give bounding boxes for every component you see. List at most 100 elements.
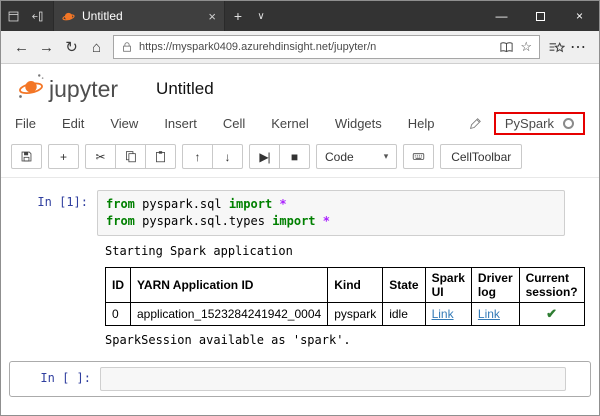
keyboard-icon: [412, 150, 425, 163]
jupyter-logo[interactable]: jupyter: [15, 71, 118, 101]
more-options-button[interactable]: ⋯: [565, 37, 591, 57]
jupyter-page: jupyter Untitled File Edit View Insert C…: [1, 64, 599, 415]
code-input-1[interactable]: from pyspark.sql import * from pyspark.s…: [97, 190, 565, 236]
cell-yarn-application-id: application_1523284241942_0004: [131, 303, 328, 326]
table-row: 0 application_1523284241942_0004 pyspark…: [106, 303, 585, 326]
input-prompt-2: In [ ]:: [14, 367, 100, 391]
notebook-toolbar: + ✂ ↑ ↓ ▶| ■ Code ▾: [1, 140, 599, 178]
jupyter-logo-text: jupyter: [49, 78, 118, 101]
code-cell-2-selected[interactable]: In [ ]:: [9, 361, 591, 397]
code-token: *: [279, 197, 286, 211]
window-outline-icon: [7, 10, 20, 23]
menu-widgets[interactable]: Widgets: [335, 116, 382, 131]
hub-star-lines-icon: [548, 39, 565, 56]
tab-close-icon[interactable]: ×: [208, 9, 216, 24]
menu-edit[interactable]: Edit: [62, 116, 84, 131]
table-header-row: ID YARN Application ID Kind State Spark …: [106, 268, 585, 303]
tabs-aside-glyph-icon: [31, 10, 44, 23]
menu-file[interactable]: File: [15, 116, 36, 131]
favorite-star-icon[interactable]: ☆: [520, 39, 532, 55]
command-palette-button[interactable]: [403, 144, 434, 169]
code-token: [316, 214, 323, 228]
save-button[interactable]: [11, 144, 42, 169]
tab-preview-icon[interactable]: [1, 1, 25, 31]
menubar: File Edit View Insert Cell Kernel Widget…: [1, 103, 599, 140]
copy-button[interactable]: [115, 144, 146, 169]
code-input-2[interactable]: [100, 367, 566, 391]
lock-icon: [121, 41, 133, 53]
col-header-driver-log: Driver log: [471, 268, 519, 303]
kernel-name: PySpark: [505, 116, 554, 131]
spark-ui-link[interactable]: Link: [425, 303, 471, 326]
reading-view-icon[interactable]: [499, 40, 514, 55]
menu-insert[interactable]: Insert: [164, 116, 197, 131]
run-cell-button[interactable]: ▶|: [249, 144, 280, 169]
jupyter-favicon: [62, 10, 75, 23]
code-line-1: from pyspark.sql import *: [106, 196, 556, 213]
home-button[interactable]: ⌂: [84, 39, 109, 56]
current-session-check-icon: ✔: [519, 303, 584, 326]
celltoolbar-button[interactable]: CellToolbar: [440, 144, 522, 169]
cut-button[interactable]: ✂: [85, 144, 116, 169]
cell-type-select[interactable]: Code ▾: [316, 144, 397, 169]
window-controls: — ×: [482, 1, 599, 31]
col-header-current-session: Current session?: [519, 268, 584, 303]
spark-status-text: Starting Spark application: [105, 244, 565, 258]
tabs-aside-icon[interactable]: [25, 1, 49, 31]
code-cell-1[interactable]: In [1]: from pyspark.sql import * from p…: [11, 190, 589, 236]
forward-button[interactable]: →: [34, 39, 59, 56]
code-token: from: [106, 214, 135, 228]
code-token: import: [229, 197, 272, 211]
interrupt-kernel-button[interactable]: ■: [279, 144, 310, 169]
driver-log-link[interactable]: Link: [471, 303, 519, 326]
add-cell-button[interactable]: +: [48, 144, 79, 169]
paste-icon: [154, 150, 167, 163]
menubar-right: PySpark: [468, 112, 585, 135]
code-token: pyspark.sql.types: [135, 214, 272, 228]
browser-tab[interactable]: Untitled ×: [53, 1, 225, 31]
edit-mode-pencil-icon: [468, 117, 482, 131]
browser-window: Untitled × + ∨ — × ← → ↻ ⌂ https://myspa…: [0, 0, 600, 416]
close-window-button[interactable]: ×: [560, 1, 599, 31]
cell-output: Starting Spark application ID YARN Appli…: [105, 244, 565, 347]
code-line-2: from pyspark.sql.types import *: [106, 213, 556, 230]
col-header-yarn-application-id: YARN Application ID: [131, 268, 328, 303]
maximize-button[interactable]: [521, 1, 560, 31]
cell-state: idle: [383, 303, 425, 326]
refresh-button[interactable]: ↻: [59, 38, 84, 56]
tab-list-chevron-icon[interactable]: ∨: [251, 11, 271, 22]
col-header-kind: Kind: [328, 268, 383, 303]
col-header-state: State: [383, 268, 425, 303]
cell-type-value: Code: [325, 150, 354, 164]
input-prompt-1: In [1]:: [11, 190, 97, 236]
url-text[interactable]: https://myspark0409.azurehdinsight.net/j…: [139, 41, 493, 53]
back-button[interactable]: ←: [9, 39, 34, 56]
new-tab-button[interactable]: +: [225, 8, 251, 24]
cell-kind: pyspark: [328, 303, 383, 326]
cell-id: 0: [106, 303, 131, 326]
kernel-indicator-annotation: PySpark: [494, 112, 585, 135]
paste-button[interactable]: [145, 144, 176, 169]
notebook-title[interactable]: Untitled: [156, 79, 214, 99]
spark-session-text: SparkSession available as 'spark'.: [105, 333, 565, 347]
browser-nav-toolbar: ← → ↻ ⌂ https://myspark0409.azurehdinsig…: [1, 31, 599, 64]
menu-cell[interactable]: Cell: [223, 116, 245, 131]
minimize-button[interactable]: —: [482, 1, 521, 31]
menu-help[interactable]: Help: [408, 116, 435, 131]
move-cell-up-button[interactable]: ↑: [182, 144, 213, 169]
move-group: ↑ ↓: [182, 144, 243, 169]
move-cell-down-button[interactable]: ↓: [212, 144, 243, 169]
code-token: *: [323, 214, 330, 228]
menu-kernel[interactable]: Kernel: [271, 116, 309, 131]
tab-title: Untitled: [82, 9, 201, 23]
clipboard-group: ✂: [85, 144, 176, 169]
titlebar: Untitled × + ∨ — ×: [1, 1, 599, 31]
hub-icon[interactable]: [548, 39, 565, 56]
kernel-idle-icon: [563, 118, 574, 129]
maximize-icon: [536, 12, 545, 21]
address-bar[interactable]: https://myspark0409.azurehdinsight.net/j…: [113, 35, 540, 59]
floppy-icon: [20, 150, 33, 163]
menu-view[interactable]: View: [110, 116, 138, 131]
code-token: import: [272, 214, 315, 228]
notebook-area: In [1]: from pyspark.sql import * from p…: [1, 178, 599, 415]
